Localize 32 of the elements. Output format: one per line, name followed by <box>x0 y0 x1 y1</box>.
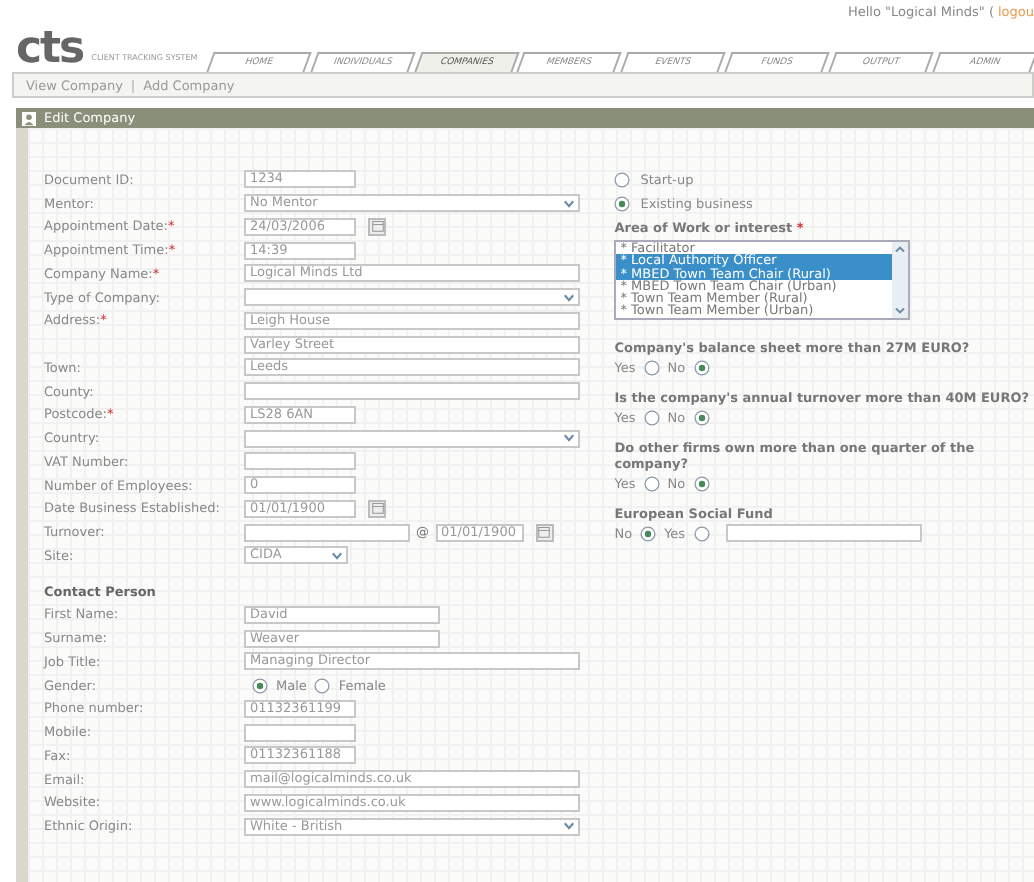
calendar-button[interactable] <box>368 217 386 236</box>
radio-button[interactable] <box>693 525 710 541</box>
chevron-down-icon <box>330 549 344 562</box>
chevron-down-icon <box>562 820 576 833</box>
radio-button[interactable] <box>614 172 631 188</box>
radio-button[interactable] <box>643 475 660 491</box>
radio-button[interactable] <box>693 475 710 491</box>
input-field[interactable] <box>244 452 356 471</box>
chevron-down-icon <box>562 432 576 445</box>
input-field[interactable] <box>244 723 356 742</box>
input-field[interactable] <box>725 524 922 542</box>
radio-button[interactable] <box>643 409 660 425</box>
radio-button[interactable] <box>640 525 657 541</box>
logo-text: cts <box>16 28 84 72</box>
select-field[interactable] <box>244 429 580 448</box>
calendar-button[interactable] <box>368 499 386 518</box>
select-field[interactable] <box>244 288 580 307</box>
chevron-down-icon <box>562 197 576 210</box>
calendar-icon <box>371 220 383 233</box>
calendar-icon <box>371 502 383 515</box>
scrollbar[interactable] <box>892 242 909 318</box>
radio-button[interactable] <box>693 409 710 425</box>
radio-button[interactable] <box>614 196 631 212</box>
input-field[interactable] <box>244 523 410 542</box>
radio-button[interactable] <box>252 677 268 694</box>
calendar-button[interactable] <box>535 523 553 542</box>
input-field[interactable] <box>244 382 580 401</box>
radio-button[interactable] <box>314 677 331 694</box>
calendar-icon <box>538 526 550 539</box>
radio-button[interactable] <box>693 359 710 375</box>
radio-button[interactable] <box>643 359 660 375</box>
chevron-down-icon <box>562 291 576 304</box>
